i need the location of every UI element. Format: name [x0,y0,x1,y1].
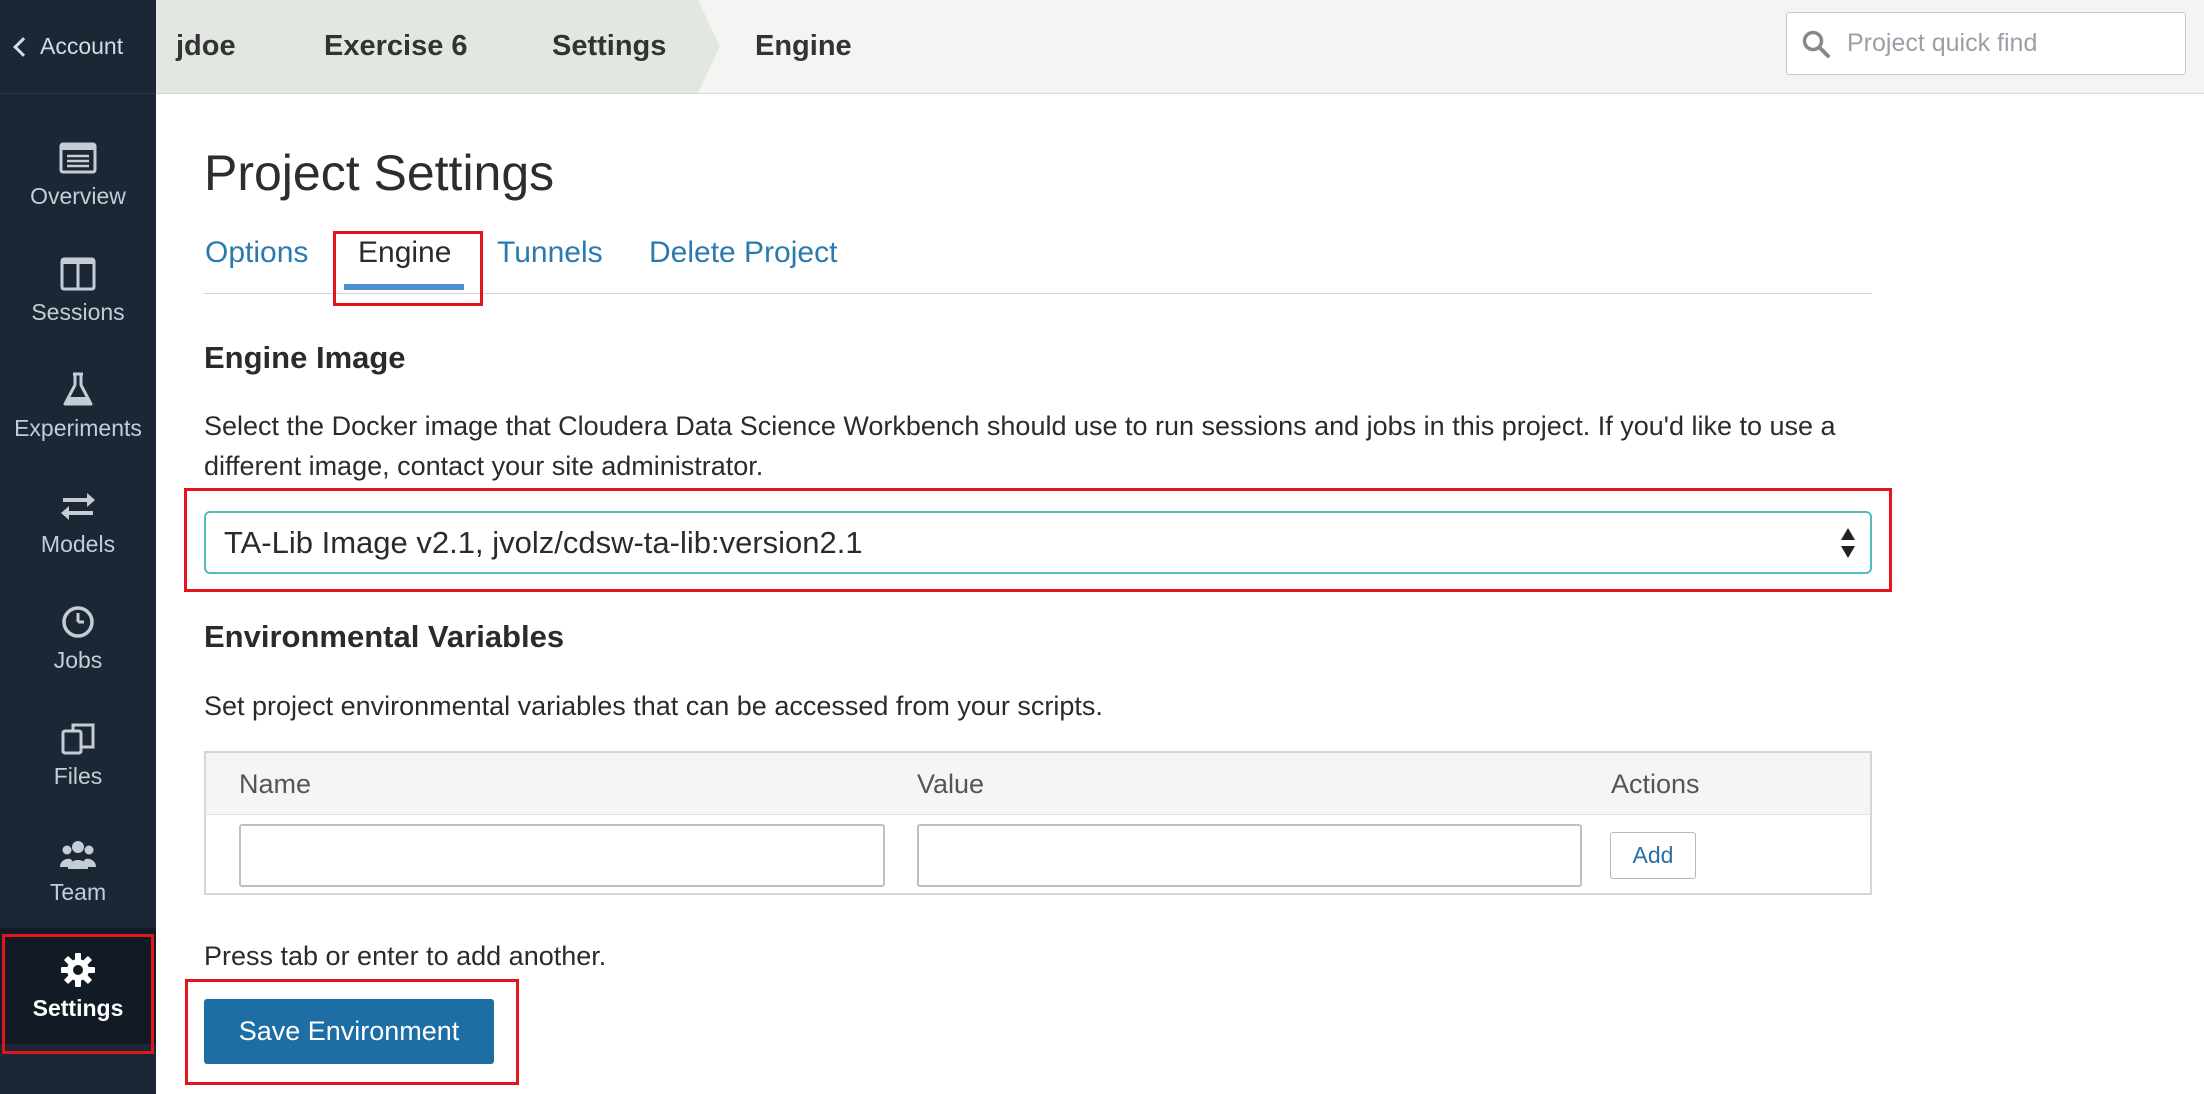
env-vars-table-header: Name Value Actions [206,753,1870,815]
top-bar: jdoe Exercise 6 Settings Engine [156,0,2204,94]
add-env-var-button[interactable]: Add [1610,832,1696,879]
overview-list-icon [59,142,97,173]
engine-image-selected-value: TA-Lib Image v2.1, jvolz/cdsw-ta-lib:ver… [224,524,863,560]
breadcrumb-settings[interactable]: Settings [552,0,666,93]
tab-tunnels[interactable]: Tunnels [497,236,603,270]
breadcrumb-engine: Engine [755,30,852,62]
breadcrumb-user[interactable]: jdoe [176,0,236,93]
env-var-value-input[interactable] [917,824,1582,887]
sidebar-item-overview[interactable]: Overview [0,116,156,232]
sidebar-item-label: Overview [30,182,126,209]
sidebar-item-experiments[interactable]: Experiments [0,348,156,464]
account-link[interactable]: Account [0,0,156,94]
page-title: Project Settings [204,145,555,201]
sidebar-item-files[interactable]: Files [0,696,156,812]
chevron-left-icon [13,36,33,57]
sidebar-item-sessions[interactable]: Sessions [0,232,156,348]
breadcrumb-project[interactable]: Exercise 6 [324,0,468,93]
team-icon [60,840,96,869]
column-header-actions: Actions [1611,769,1700,799]
column-header-value: Value [917,769,985,799]
files-icon [61,723,95,754]
env-vars-hint: Press tab or enter to add another. [204,941,607,971]
active-tab-indicator [344,284,464,290]
sidebar: Account Overview Sessions Experiments Mo… [0,0,156,1094]
search-icon [1802,30,1830,58]
project-quick-find[interactable] [1786,12,2186,75]
env-vars-table: Name Value Actions Add [204,751,1872,895]
sidebar-item-jobs[interactable]: Jobs [0,580,156,696]
engine-image-description: Select the Docker image that Cloudera Da… [204,411,1836,481]
select-arrows-icon [1841,528,1855,558]
sidebar-item-models[interactable]: Models [0,464,156,580]
sidebar-item-settings[interactable]: Settings [0,928,156,1044]
engine-image-select[interactable]: TA-Lib Image v2.1, jvolz/cdsw-ta-lib:ver… [204,511,1872,574]
save-environment-button[interactable]: Save Environment [204,999,494,1064]
column-header-name: Name [239,769,312,799]
sidebar-item-label: Team [49,878,107,905]
sidebar-item-label: Models [40,530,116,557]
sidebar-item-label: Files [53,762,103,789]
env-var-name-input[interactable] [239,824,885,887]
gear-icon [61,952,95,987]
tab-options[interactable]: Options [205,236,308,270]
sidebar-item-team[interactable]: Team [0,812,156,928]
sidebar-item-label: Settings [32,994,124,1021]
account-label: Account [40,33,124,59]
sidebar-item-label: Experiments [14,414,142,441]
flask-icon [63,372,93,405]
engine-image-heading: Engine Image [204,340,406,375]
tab-engine[interactable]: Engine [358,236,451,270]
clock-icon [62,605,94,638]
search-input[interactable] [1847,29,2167,58]
sidebar-item-label: Sessions [31,298,125,325]
tab-delete-project[interactable]: Delete Project [649,236,837,270]
sessions-panel-icon [60,257,96,290]
settings-tabs: Options Engine Tunnels Delete Project [204,228,1872,294]
sidebar-item-label: Jobs [53,646,103,673]
env-vars-heading: Environmental Variables [204,619,565,654]
arrows-swap-icon [61,492,95,520]
env-vars-description: Set project environmental variables that… [204,691,1103,721]
